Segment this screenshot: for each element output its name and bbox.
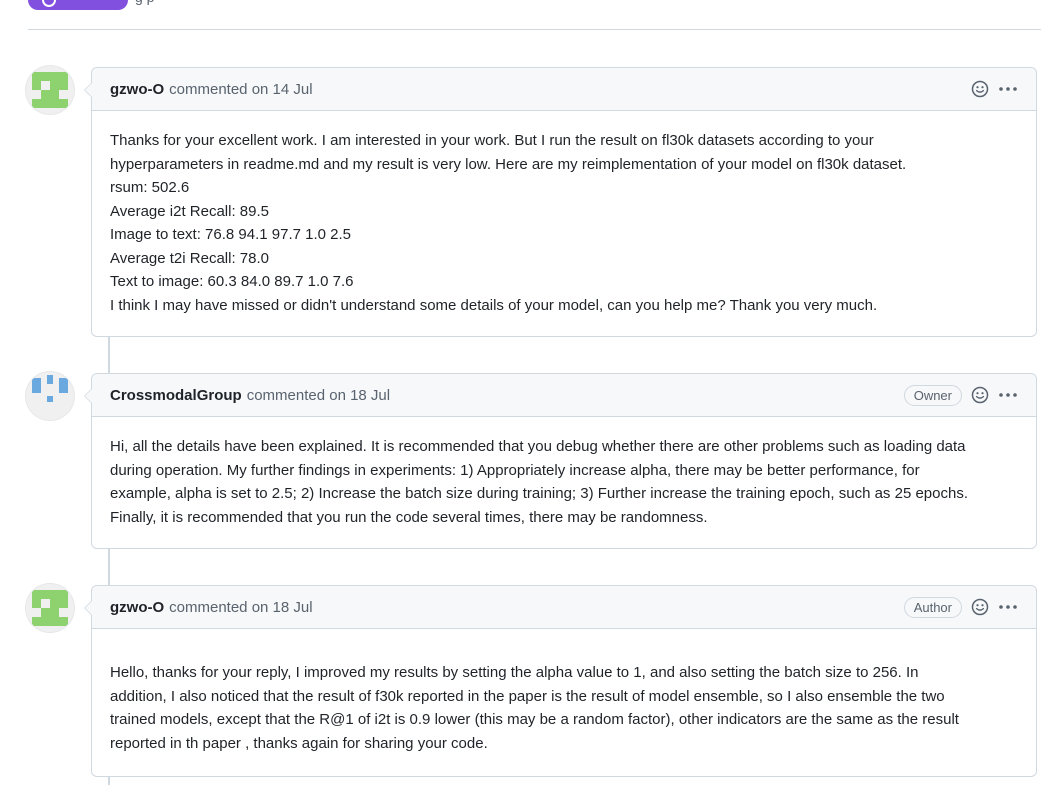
comment-line: addition, I also noticed that the result… <box>110 687 945 705</box>
comment-line: Average t2i Recall: 78.0 <box>110 249 269 267</box>
comment-timestamp[interactable]: commented on 14 Jul <box>169 81 312 98</box>
comment-line: trained models, except that the R@1 of i… <box>110 711 959 728</box>
comment-line: during operation. My further findings in… <box>110 461 920 479</box>
identicon-blue-icon <box>26 372 74 420</box>
author-badge: Author <box>903 596 962 618</box>
comment-line: example, alpha is set to 2.5; 2) Increas… <box>110 485 968 502</box>
comment-actions: Owner <box>903 384 1018 406</box>
issue-meta-fragment: g p <box>135 0 154 4</box>
comment-line: reported in th paper , thanks again for … <box>110 734 488 752</box>
comment-actions: Author <box>903 596 1018 618</box>
comment-line: rsum: 502.6 <box>110 179 190 196</box>
comment-line: hyperparameters in readme.md and my resu… <box>110 155 907 173</box>
comment-line: Text to image: 60.3 84.0 89.7 1.0 7.6 <box>110 273 354 290</box>
comment-header: gzwo-O commented on 18 Jul Author <box>92 586 1036 629</box>
comment-timestamp[interactable]: commented on 18 Jul <box>169 599 312 616</box>
owner-badge: Owner <box>903 384 962 406</box>
comment-box: gzwo-O commented on 18 Jul Author Hello,… <box>84 585 1037 777</box>
comment-author-link[interactable]: gzwo-O <box>110 599 164 616</box>
comment-box: gzwo-O commented on 14 Jul Thanks for yo… <box>84 67 1037 337</box>
timeline-connector <box>108 776 110 785</box>
comment-line: Finally, it is recommended that you run … <box>110 508 708 526</box>
comment-line: Hello, thanks for your reply, I improved… <box>110 664 919 681</box>
smiley-icon[interactable] <box>970 79 990 99</box>
smiley-icon[interactable] <box>970 385 990 405</box>
comment-author-link[interactable]: CrossmodalGroup <box>110 387 242 404</box>
timeline-connector <box>108 548 110 586</box>
timeline-connector <box>108 336 110 374</box>
issue-timeline: g p gzwo-O commented on 14 Jul <box>0 0 1041 785</box>
comment-line: Hi, all the details have been explained.… <box>110 438 966 455</box>
issue-state-icon <box>42 0 56 7</box>
comment-line: I think I may have missed or didn't unde… <box>110 296 878 314</box>
comment-author-link[interactable]: gzwo-O <box>110 81 164 98</box>
header-divider <box>28 29 1041 30</box>
comment-timestamp[interactable]: commented on 18 Jul <box>247 387 390 404</box>
comment-line: Image to text: 76.8 94.1 97.7 1.0 2.5 <box>110 226 352 243</box>
comment-line: Average i2t Recall: 89.5 <box>110 202 269 220</box>
kebab-horizontal-icon[interactable] <box>998 385 1018 405</box>
avatar[interactable] <box>26 584 74 632</box>
comment-header: gzwo-O commented on 14 Jul <box>92 68 1036 111</box>
smiley-icon[interactable] <box>970 597 990 617</box>
issue-state-badge[interactable] <box>28 0 128 10</box>
comment-actions <box>970 79 1018 99</box>
comment-box: CrossmodalGroup commented on 18 Jul Owne… <box>84 373 1037 549</box>
identicon-green-icon <box>26 584 74 632</box>
avatar[interactable] <box>26 66 74 114</box>
comment-body: Thanks for your excellent work. I am int… <box>92 111 1036 329</box>
identicon-green-icon <box>26 66 74 114</box>
comment-body: Hi, all the details have been explained.… <box>92 417 1036 541</box>
comment-line: Thanks for your excellent work. I am int… <box>110 132 874 149</box>
kebab-horizontal-icon[interactable] <box>998 79 1018 99</box>
comment-header: CrossmodalGroup commented on 18 Jul Owne… <box>92 374 1036 417</box>
comment-body: Hello, thanks for your reply, I improved… <box>92 629 1036 767</box>
kebab-horizontal-icon[interactable] <box>998 597 1018 617</box>
avatar[interactable] <box>26 372 74 420</box>
